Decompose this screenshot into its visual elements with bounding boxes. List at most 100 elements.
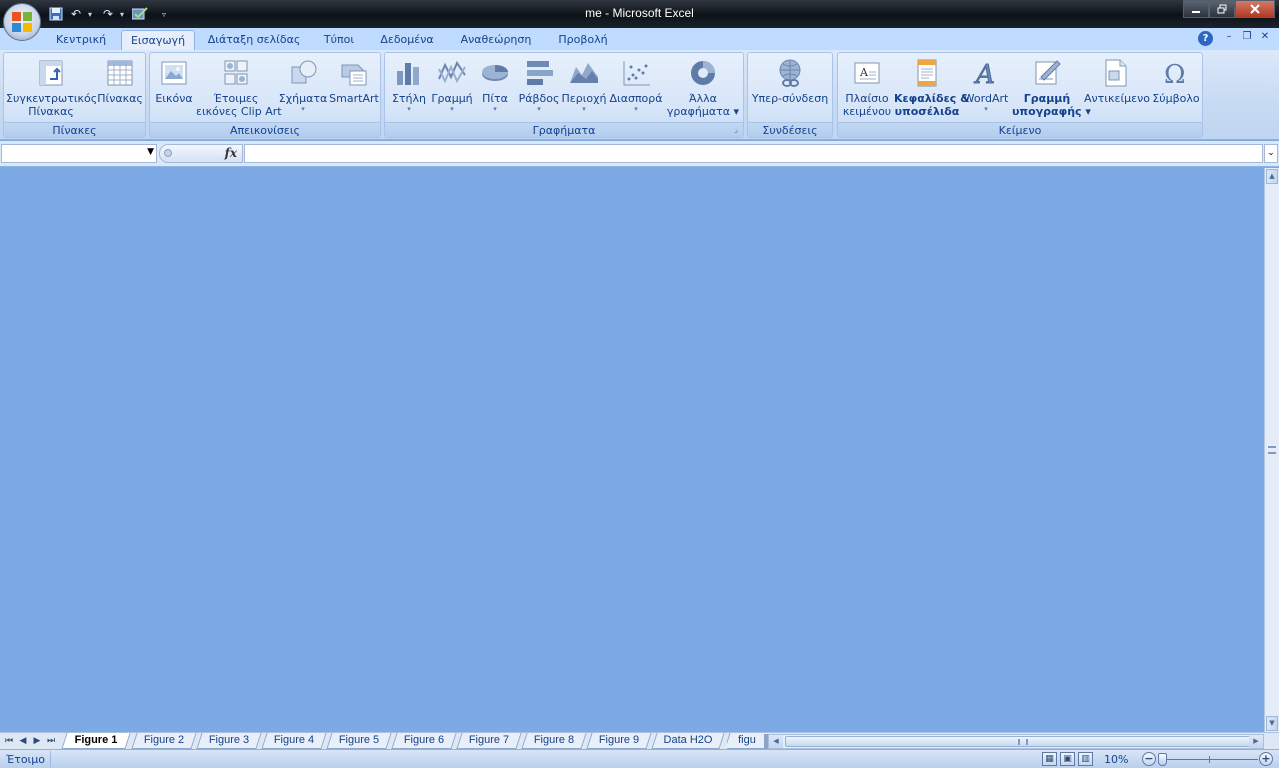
object-button[interactable]: Αντικείμενο — [1084, 55, 1150, 121]
hyperlink-globe-icon — [779, 59, 801, 87]
pie-chart-button[interactable]: Πίτα ▾ — [475, 55, 515, 121]
horizontal-scroll-thumb[interactable] — [785, 736, 1263, 747]
formula-input[interactable] — [244, 144, 1263, 163]
pie-chart-icon — [482, 65, 508, 81]
text-box-button[interactable]: A Πλαίσιο κειμένου — [840, 55, 894, 121]
area-chart-button[interactable]: Περιοχή ▾ — [561, 55, 607, 121]
shapes-icon — [291, 60, 317, 84]
zoom-slider-thumb[interactable] — [1158, 753, 1167, 766]
tab-home[interactable]: Κεντρική — [50, 30, 112, 50]
sheet-tab[interactable]: figu — [727, 733, 767, 749]
column-chart-icon — [397, 63, 419, 85]
sheet-tab[interactable]: Figure 7 — [456, 733, 522, 749]
insert-function-button[interactable]: fx — [225, 146, 237, 160]
group-label-text: Κείμενο — [838, 122, 1202, 137]
sheet-tab[interactable]: Figure 4 — [261, 733, 327, 749]
tab-page-layout[interactable]: Διάταξη σελίδας — [204, 30, 304, 50]
picture-icon — [161, 61, 187, 85]
next-sheet-icon[interactable]: ▶ — [30, 734, 44, 748]
page-break-view-icon[interactable]: ▥ — [1078, 752, 1093, 766]
picture-button[interactable]: Εικόνα — [152, 55, 196, 121]
scroll-up-icon[interactable]: ▲ — [1266, 169, 1278, 184]
header-footer-icon — [917, 59, 937, 87]
sheet-tab[interactable]: Figure 8 — [521, 733, 587, 749]
sheet-tab[interactable]: Figure 9 — [586, 733, 652, 749]
ribbon: Συγκεντρωτικός Πίνακας Πίνακας Πίνακες Ε… — [0, 50, 1279, 140]
zoom-out-icon[interactable]: − — [1142, 752, 1156, 766]
tab-view[interactable]: Προβολή — [551, 30, 615, 50]
object-icon — [1105, 59, 1127, 87]
scroll-left-icon[interactable]: ◀ — [769, 735, 783, 748]
first-sheet-icon[interactable]: ⏮ — [2, 734, 16, 748]
tab-review[interactable]: Αναθεώρηση — [450, 30, 542, 50]
tab-insert[interactable]: Εισαγωγή — [121, 30, 195, 50]
zoom-in-icon[interactable]: + — [1259, 752, 1273, 766]
group-text: A Πλαίσιο κειμένου Κεφαλίδες & υποσέλιδα… — [837, 52, 1203, 138]
group-tables: Συγκεντρωτικός Πίνακας Πίνακας Πίνακες — [3, 52, 146, 138]
text-box-icon: A — [854, 62, 880, 84]
pivot-table-icon — [39, 60, 63, 86]
charts-dialog-launcher-icon[interactable]: ⌟ — [731, 125, 741, 135]
workbook-close-icon[interactable]: ✕ — [1257, 31, 1273, 45]
name-box[interactable]: ▼ — [1, 144, 157, 163]
zoom-level[interactable]: 10% — [1104, 753, 1128, 766]
previous-sheet-icon[interactable]: ◀ — [16, 734, 30, 748]
scroll-split-grip-icon[interactable] — [1268, 446, 1276, 454]
omega-symbol-icon: Ω — [1164, 60, 1186, 89]
sheet-tab[interactable]: Figure 3 — [196, 733, 262, 749]
horizontal-scrollbar[interactable]: ◀ ▶ — [768, 734, 1264, 749]
help-icon[interactable]: ? — [1198, 31, 1213, 46]
page-layout-view-icon[interactable]: ▣ — [1060, 752, 1075, 766]
clip-art-icon — [224, 60, 248, 85]
workbook-restore-icon[interactable]: ❐ — [1239, 31, 1255, 45]
tab-data[interactable]: Δεδομένα — [374, 30, 440, 50]
pivot-table-button[interactable]: Συγκεντρωτικός Πίνακας — [6, 55, 97, 121]
last-sheet-icon[interactable]: ⏭ — [44, 734, 58, 748]
group-label-tables: Πίνακες — [4, 122, 145, 137]
tab-formulas[interactable]: Τύποι — [313, 30, 365, 50]
clip-art-button[interactable]: Έτοιμες εικόνες Clip Art — [196, 55, 282, 121]
smartart-button[interactable]: SmartArt — [328, 55, 380, 121]
shapes-button[interactable]: Σχήματα ▾ — [278, 55, 328, 121]
group-label-links: Συνδέσεις — [748, 122, 832, 137]
status-bar: Έτοιμο ▦ ▣ ▥ 10% − + — [0, 749, 1279, 768]
scroll-right-icon[interactable]: ▶ — [1249, 735, 1263, 748]
office-button[interactable] — [3, 3, 41, 41]
sheet-tab[interactable]: Figure 2 — [131, 733, 197, 749]
svg-text:A: A — [974, 60, 995, 89]
sheet-tab[interactable]: Figure 6 — [391, 733, 457, 749]
normal-view-icon[interactable]: ▦ — [1042, 752, 1057, 766]
group-illustrations: Εικόνα Έτοιμες εικόνες Clip Art Σχήματα … — [149, 52, 381, 138]
bar-chart-icon — [527, 61, 553, 85]
signature-line-button[interactable]: Γραμμή υπογραφής ▾ — [1012, 55, 1091, 121]
scatter-chart-button[interactable]: Διασπορά ▾ — [609, 55, 663, 121]
title-bar: ↶ ▾ ↷ ▾ ▿ me - Microsoft Excel — [0, 0, 1279, 28]
wordart-button[interactable]: A WordArt ▾ — [960, 55, 1012, 121]
smartart-icon — [341, 64, 367, 86]
name-box-dropdown-icon[interactable]: ▼ — [147, 147, 154, 157]
scroll-down-icon[interactable]: ▼ — [1266, 716, 1278, 731]
line-chart-button[interactable]: Γραμμή ▾ — [431, 55, 473, 121]
hyperlink-button[interactable]: Υπερ-σύνδεση — [750, 55, 830, 121]
other-charts-button[interactable]: Άλλα γραφήματα ▾ — [665, 55, 741, 121]
restore-button[interactable] — [1209, 0, 1235, 18]
minimize-button[interactable] — [1183, 0, 1209, 18]
status-ready: Έτοιμο — [6, 753, 46, 766]
table-button[interactable]: Πίνακας — [96, 55, 144, 121]
formula-bar-resize-handle[interactable] — [164, 149, 172, 157]
sheet-tab[interactable]: Data H2O — [651, 733, 725, 749]
group-links: Υπερ-σύνδεση Συνδέσεις — [747, 52, 833, 138]
zoom-slider-track[interactable] — [1162, 759, 1258, 760]
bar-chart-button[interactable]: Ράβδος ▾ — [517, 55, 561, 121]
sheet-tab-active[interactable]: Figure 1 — [61, 733, 131, 749]
expand-formula-bar-icon[interactable]: ⌄ — [1264, 144, 1278, 163]
column-chart-button[interactable]: Στήλη ▾ — [389, 55, 429, 121]
vertical-scrollbar[interactable]: ▲ ▼ — [1264, 168, 1279, 732]
table-icon — [107, 60, 133, 86]
close-button[interactable] — [1235, 0, 1275, 18]
sheet-tab[interactable]: Figure 5 — [326, 733, 392, 749]
signature-line-icon — [1035, 60, 1061, 85]
symbol-button[interactable]: Ω Σύμβολο — [1150, 55, 1202, 121]
header-footer-button[interactable]: Κεφαλίδες & υποσέλιδα — [894, 55, 970, 121]
workbook-minimize-icon[interactable]: – — [1221, 31, 1237, 45]
